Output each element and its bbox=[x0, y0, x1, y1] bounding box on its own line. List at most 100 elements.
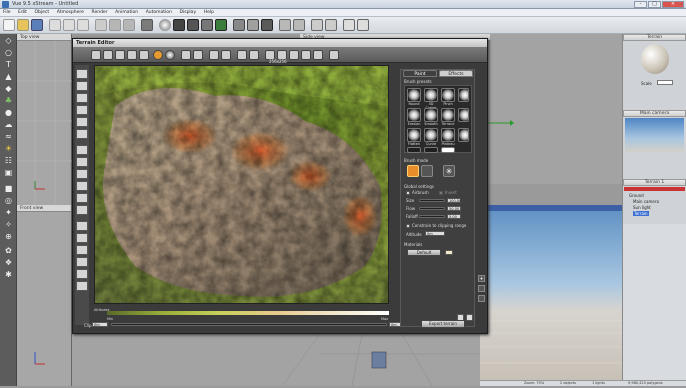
primitive-icon[interactable]: ■ bbox=[3, 184, 14, 193]
water-icon[interactable]: ≈ bbox=[3, 132, 14, 141]
rotate-icon[interactable] bbox=[478, 295, 485, 302]
settings-icon[interactable] bbox=[329, 50, 339, 60]
view-icon[interactable] bbox=[91, 50, 101, 60]
maximize-button[interactable]: □ bbox=[648, 1, 661, 8]
size-slider[interactable] bbox=[419, 199, 445, 202]
clip-min-field[interactable]: 0m bbox=[92, 322, 108, 327]
boolean-icon[interactable] bbox=[293, 19, 305, 31]
sphere-icon[interactable] bbox=[159, 19, 171, 31]
camera-icon[interactable] bbox=[141, 19, 153, 31]
sphere-preview-icon[interactable] bbox=[153, 50, 163, 60]
rock-icon[interactable] bbox=[247, 19, 259, 31]
flow-field[interactable]: 50.00 bbox=[447, 206, 461, 211]
peaks-icon[interactable] bbox=[76, 145, 88, 155]
redo-icon[interactable] bbox=[123, 19, 135, 31]
spot-light-icon[interactable]: ✧ bbox=[3, 220, 14, 229]
canyon-icon[interactable] bbox=[76, 117, 88, 127]
zoom-in-side-icon[interactable]: + bbox=[478, 275, 485, 282]
mesa-icon[interactable] bbox=[76, 157, 88, 167]
sharpen-tool-icon[interactable] bbox=[76, 257, 88, 267]
paste-icon[interactable] bbox=[77, 19, 89, 31]
brush-round[interactable] bbox=[407, 88, 421, 102]
falloff-field[interactable]: 5.00 bbox=[447, 214, 461, 219]
water-erosion-icon[interactable] bbox=[76, 281, 88, 291]
tab-paint[interactable]: Paint bbox=[403, 70, 437, 77]
tree-item-terrain[interactable]: Terrain bbox=[633, 211, 649, 216]
ecosystem-icon[interactable]: ✿ bbox=[3, 246, 14, 255]
eroded-icon[interactable] bbox=[127, 50, 137, 60]
cloud-icon[interactable]: ☁ bbox=[3, 120, 14, 129]
flow-slider[interactable] bbox=[419, 207, 445, 210]
menu-display[interactable]: Display bbox=[177, 9, 200, 17]
boolean-tool-icon[interactable]: ⊕ bbox=[3, 232, 14, 241]
menu-render[interactable]: Render bbox=[89, 9, 111, 17]
stones-icon[interactable] bbox=[76, 105, 88, 115]
minimize-button[interactable]: - bbox=[634, 1, 647, 8]
render-icon[interactable] bbox=[95, 19, 107, 31]
redo-editor-icon[interactable] bbox=[221, 50, 231, 60]
camera-preview[interactable] bbox=[625, 118, 684, 152]
volcano-icon[interactable] bbox=[76, 205, 88, 215]
fit-icon[interactable] bbox=[249, 50, 259, 60]
tree-item-sun[interactable]: Sun light bbox=[633, 205, 651, 210]
save-icon[interactable] bbox=[31, 19, 43, 31]
delete-icon[interactable] bbox=[466, 314, 473, 321]
sun-icon[interactable]: ☀ bbox=[3, 144, 14, 153]
rock-tool-icon[interactable]: ● bbox=[3, 108, 14, 117]
light-icon[interactable] bbox=[261, 19, 273, 31]
dissolve-icon[interactable] bbox=[76, 129, 88, 139]
brush-curve[interactable] bbox=[424, 128, 438, 142]
brush-3d-crater[interactable] bbox=[424, 88, 438, 102]
terrain-icon[interactable] bbox=[233, 19, 245, 31]
lasso-icon[interactable]: ○ bbox=[3, 48, 14, 57]
metablob-icon[interactable]: ❖ bbox=[3, 258, 14, 267]
terrain-tool-icon[interactable]: ◆ bbox=[3, 84, 14, 93]
terrace-tool-icon[interactable] bbox=[76, 245, 88, 255]
align-icon[interactable] bbox=[311, 19, 323, 31]
altitude-field[interactable]: 0m bbox=[425, 231, 445, 236]
constrain-checkbox[interactable] bbox=[406, 224, 410, 228]
fractal-icon[interactable] bbox=[115, 50, 125, 60]
default-material-button[interactable]: Default bbox=[407, 249, 441, 256]
tree-icon[interactable]: ♣ bbox=[3, 96, 14, 105]
export-icon[interactable] bbox=[301, 50, 311, 60]
smooth-tool-icon[interactable] bbox=[76, 233, 88, 243]
fog-icon[interactable]: ☷ bbox=[3, 156, 14, 165]
flip-icon[interactable] bbox=[313, 50, 323, 60]
undo-icon[interactable] bbox=[109, 19, 121, 31]
menu-help[interactable]: Help bbox=[201, 9, 217, 17]
brush-mode-raise-icon[interactable] bbox=[407, 165, 419, 177]
import-icon[interactable] bbox=[289, 50, 299, 60]
size-field[interactable]: 100.00 bbox=[447, 198, 461, 203]
group-icon[interactable] bbox=[279, 19, 291, 31]
front-view[interactable]: Front view bbox=[17, 205, 72, 386]
snap-icon[interactable] bbox=[325, 19, 337, 31]
brush-row4-b[interactable] bbox=[424, 147, 438, 153]
perspective-floor[interactable] bbox=[72, 333, 480, 387]
altitude-gradient[interactable] bbox=[107, 311, 389, 315]
lower-icon[interactable] bbox=[76, 81, 88, 91]
material-color-swatch[interactable] bbox=[445, 250, 453, 255]
brush-terrace[interactable] bbox=[441, 108, 455, 122]
new-icon[interactable] bbox=[3, 19, 15, 31]
menu-atmosphere[interactable]: Atmosphere bbox=[54, 9, 87, 17]
pan-icon[interactable] bbox=[478, 285, 485, 292]
falloff-slider[interactable] bbox=[419, 215, 445, 218]
close-button[interactable]: × bbox=[662, 1, 684, 8]
airbrush-checkbox[interactable] bbox=[406, 191, 410, 195]
brush-mode-paint-icon[interactable] bbox=[421, 165, 433, 177]
clip-range-slider[interactable] bbox=[111, 323, 387, 326]
tree-item-ground[interactable]: Ground bbox=[629, 193, 644, 198]
menu-automation[interactable]: Automation bbox=[143, 9, 175, 17]
glaciate-icon[interactable] bbox=[76, 193, 88, 203]
brush-flatten[interactable] bbox=[407, 128, 421, 142]
open-icon[interactable] bbox=[17, 19, 29, 31]
menu-file[interactable]: File bbox=[0, 9, 14, 17]
tab-effects[interactable]: Effects bbox=[439, 70, 473, 77]
top-view[interactable]: Top view bbox=[17, 34, 72, 205]
export-terrain-button[interactable]: Export terrain bbox=[421, 320, 465, 328]
scale-field[interactable] bbox=[657, 80, 673, 85]
dunes-icon[interactable] bbox=[76, 169, 88, 179]
brush-sharpen[interactable] bbox=[458, 108, 469, 122]
material-ball-icon[interactable] bbox=[165, 50, 175, 60]
